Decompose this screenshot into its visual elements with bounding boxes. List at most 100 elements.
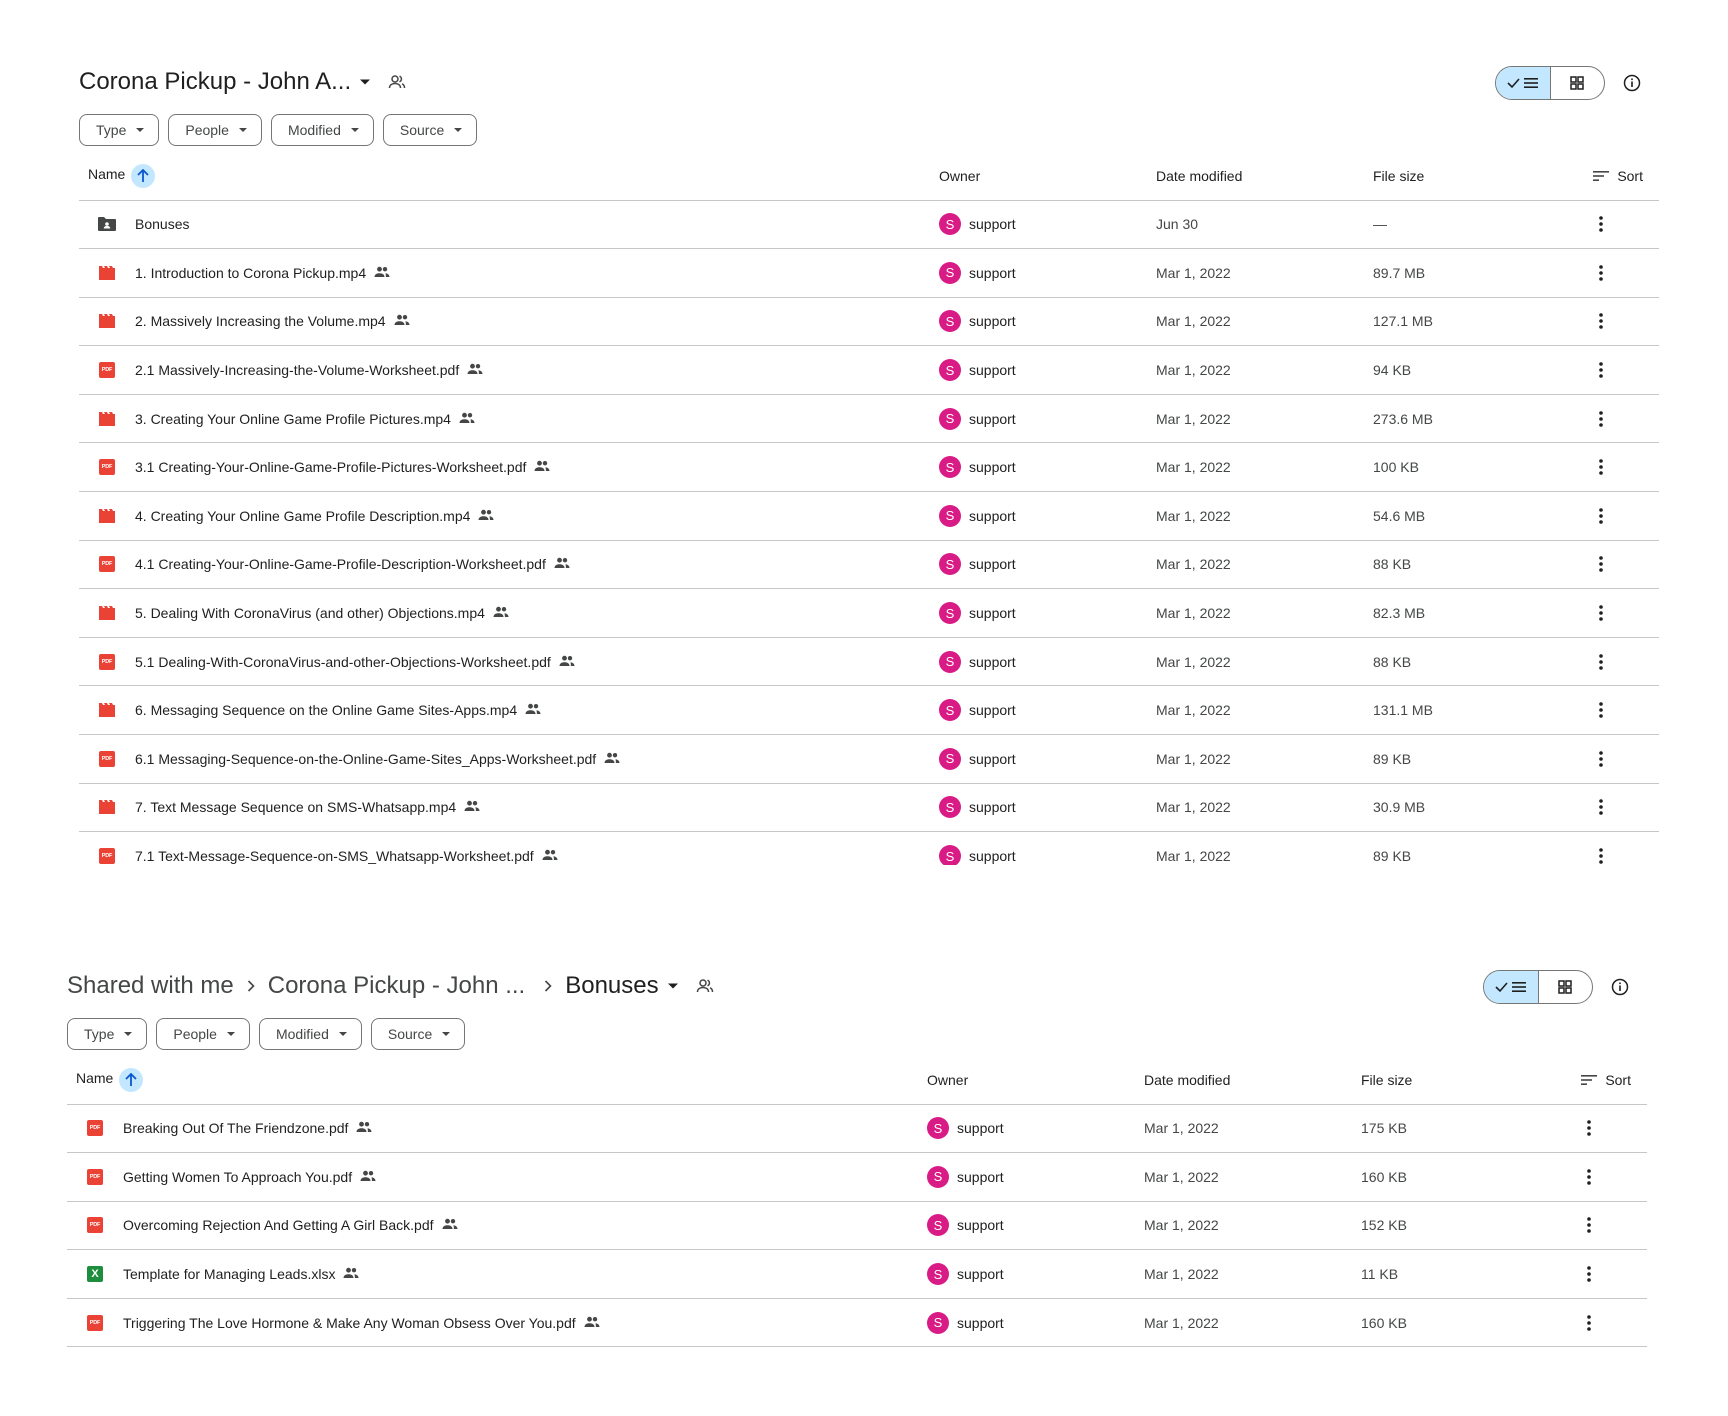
- caret-icon: [442, 1032, 451, 1036]
- file-size: 127.1 MB: [1373, 297, 1543, 347]
- owner-column-header: Owner: [927, 1056, 1144, 1105]
- table-row[interactable]: PDF 2.1 Massively-Increasing-the-Volume-…: [79, 345, 1659, 395]
- date-column-header[interactable]: Date modified: [1144, 1056, 1361, 1105]
- shared-icon: [542, 848, 558, 864]
- list-view-button[interactable]: [1496, 67, 1551, 99]
- table-row[interactable]: PDF 5.1 Dealing-With-CoronaVirus-and-oth…: [79, 637, 1659, 687]
- folder-title[interactable]: Bonuses: [565, 972, 658, 1000]
- modified-filter[interactable]: Modified: [258, 1018, 362, 1050]
- info-icon[interactable]: [1617, 68, 1647, 98]
- modified-filter[interactable]: Modified: [270, 114, 374, 146]
- file-name: 4. Creating Your Online Game Profile Des…: [135, 507, 471, 524]
- table-row[interactable]: PDF Breaking Out Of The Friendzone.pdf S…: [67, 1104, 1647, 1154]
- more-actions-icon[interactable]: [1543, 702, 1659, 719]
- video-icon: [79, 411, 135, 427]
- file-size: 175 KB: [1361, 1104, 1531, 1154]
- folder-title[interactable]: Corona Pickup - John A...: [79, 68, 351, 96]
- table-row[interactable]: PDF Overcoming Rejection And Getting A G…: [67, 1201, 1647, 1251]
- arrow-up-icon[interactable]: [119, 1067, 144, 1092]
- source-filter[interactable]: Source: [382, 114, 478, 146]
- table-row[interactable]: PDF Triggering The Love Hormone & Make A…: [67, 1298, 1647, 1348]
- more-actions-icon[interactable]: [1543, 799, 1659, 816]
- date-column-header[interactable]: Date modified: [1156, 152, 1373, 201]
- date-modified: Mar 1, 2022: [1144, 1104, 1361, 1154]
- table-row[interactable]: 4. Creating Your Online Game Profile Des…: [79, 491, 1659, 541]
- owner-name: support: [969, 313, 1016, 330]
- more-actions-icon[interactable]: [1531, 1314, 1647, 1331]
- more-actions-icon[interactable]: [1543, 751, 1659, 767]
- breadcrumb-parent-folder[interactable]: Corona Pickup - John ...: [268, 972, 525, 1000]
- avatar: S: [939, 456, 961, 479]
- more-actions-icon[interactable]: [1543, 459, 1659, 476]
- pdf-icon: PDF: [79, 750, 135, 767]
- table-row[interactable]: Bonuses S support Jun 30 —: [79, 200, 1659, 250]
- more-actions-icon[interactable]: [1543, 313, 1659, 330]
- chevron-down-icon[interactable]: [351, 62, 379, 102]
- more-actions-icon[interactable]: [1531, 1266, 1647, 1282]
- grid-view-button[interactable]: [1551, 67, 1605, 99]
- shared-icon: [343, 1266, 359, 1282]
- more-actions-icon[interactable]: [1543, 216, 1659, 233]
- type-filter[interactable]: Type: [79, 114, 160, 146]
- date-modified: Mar 1, 2022: [1156, 248, 1373, 298]
- table-row[interactable]: 5. Dealing With CoronaVirus (and other) …: [79, 588, 1659, 638]
- chevron-right-icon: [234, 976, 268, 997]
- table-header: Name Owner Date modified File size Sort: [67, 1056, 1647, 1105]
- more-actions-icon[interactable]: [1543, 848, 1659, 864]
- avatar: S: [939, 310, 961, 333]
- table-row[interactable]: PDF 4.1 Creating-Your-Online-Game-Profil…: [79, 540, 1659, 590]
- file-name: 1. Introduction to Corona Pickup.mp4: [135, 264, 367, 281]
- arrow-up-icon[interactable]: [131, 163, 156, 188]
- pdf-icon: PDF: [67, 1314, 123, 1331]
- sort-button[interactable]: Sort: [1543, 152, 1659, 201]
- info-icon[interactable]: [1605, 972, 1635, 1002]
- sort-button[interactable]: Sort: [1531, 1056, 1647, 1105]
- file-size: —: [1373, 200, 1543, 250]
- table-row[interactable]: 2. Massively Increasing the Volume.mp4 S…: [79, 297, 1659, 347]
- table-row[interactable]: 7. Text Message Sequence on SMS-Whatsapp…: [79, 783, 1659, 833]
- type-filter[interactable]: Type: [67, 1018, 148, 1050]
- people-filter[interactable]: People: [168, 114, 262, 146]
- pdf-icon: PDF: [79, 459, 135, 476]
- more-actions-icon[interactable]: [1531, 1217, 1647, 1234]
- more-actions-icon[interactable]: [1531, 1169, 1647, 1185]
- avatar: S: [927, 1311, 949, 1334]
- chevron-down-icon[interactable]: [659, 966, 687, 1006]
- more-actions-icon[interactable]: [1543, 556, 1659, 573]
- breadcrumb-shared-with-me[interactable]: Shared with me: [67, 972, 234, 1000]
- name-column-header[interactable]: Name: [67, 1056, 927, 1105]
- file-name: 2. Massively Increasing the Volume.mp4: [135, 313, 386, 330]
- filter-label: Modified: [275, 1026, 329, 1042]
- owner-name: support: [957, 1120, 1004, 1137]
- source-filter[interactable]: Source: [370, 1018, 466, 1050]
- table-row[interactable]: PDF 3.1 Creating-Your-Online-Game-Profil…: [79, 442, 1659, 493]
- more-actions-icon[interactable]: [1543, 362, 1659, 378]
- more-actions-icon[interactable]: [1543, 605, 1659, 621]
- table-row[interactable]: PDF 6.1 Messaging-Sequence-on-the-Online…: [79, 734, 1659, 784]
- table-row[interactable]: 1. Introduction to Corona Pickup.mp4 S s…: [79, 248, 1659, 298]
- more-actions-icon[interactable]: [1543, 653, 1659, 670]
- name-column-header[interactable]: Name: [79, 152, 939, 201]
- table-row[interactable]: X Template for Managing Leads.xlsx S sup…: [67, 1249, 1647, 1299]
- more-actions-icon[interactable]: [1543, 410, 1659, 427]
- more-actions-icon[interactable]: [1531, 1120, 1647, 1137]
- file-name: 6.1 Messaging-Sequence-on-the-Online-Gam…: [135, 750, 597, 767]
- grid-view-button[interactable]: [1539, 971, 1593, 1003]
- file-name: 2.1 Massively-Increasing-the-Volume-Work…: [135, 362, 460, 379]
- table-row[interactable]: 3. Creating Your Online Game Profile Pic…: [79, 394, 1659, 444]
- more-actions-icon[interactable]: [1543, 508, 1659, 524]
- list-view-button[interactable]: [1484, 971, 1539, 1003]
- owner-name: support: [969, 556, 1016, 573]
- date-modified: Mar 1, 2022: [1156, 394, 1373, 444]
- more-actions-icon[interactable]: [1543, 265, 1659, 281]
- owner-name: support: [969, 264, 1016, 281]
- table-row[interactable]: 6. Messaging Sequence on the Online Game…: [79, 685, 1659, 736]
- caret-icon: [454, 128, 463, 132]
- table-row[interactable]: PDF 7.1 Text-Message-Sequence-on-SMS_Wha…: [79, 831, 1659, 865]
- date-modified: Mar 1, 2022: [1156, 540, 1373, 590]
- filter-chips: Type People Modified Source: [67, 1018, 1647, 1050]
- file-size: 88 KB: [1373, 540, 1543, 590]
- people-filter[interactable]: People: [156, 1018, 250, 1050]
- table-row[interactable]: PDF Getting Women To Approach You.pdf S …: [67, 1152, 1647, 1202]
- video-icon: [79, 508, 135, 524]
